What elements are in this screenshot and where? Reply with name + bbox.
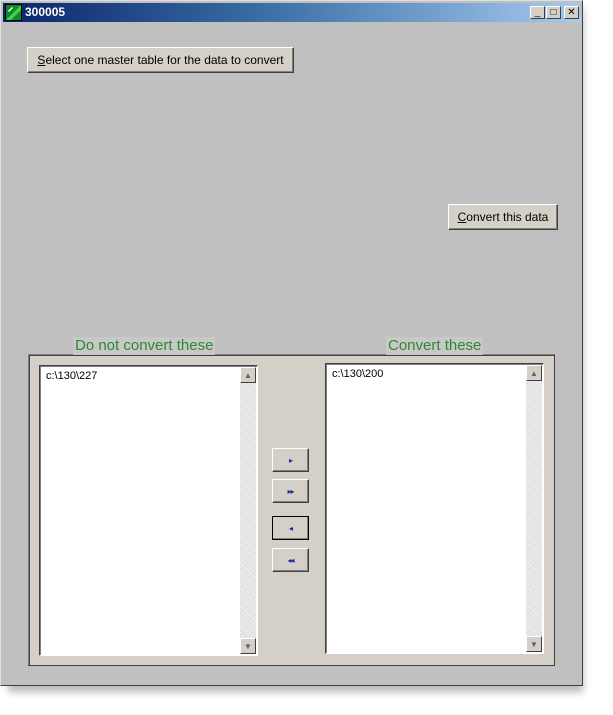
arrow-down-icon: ▼ xyxy=(530,639,538,649)
move-right-button[interactable]: ▸ xyxy=(272,448,309,472)
arrow-up-icon: ▲ xyxy=(244,370,252,380)
arrow-right-icon: ▸ xyxy=(288,455,293,465)
left-list-scrollbar[interactable]: ▲ ▼ xyxy=(240,367,256,654)
convert-listbox[interactable]: c:\130\200 ▲ ▼ xyxy=(325,363,544,654)
right-list-caption: Convert these xyxy=(386,337,484,355)
arrow-down-icon: ▼ xyxy=(244,641,252,651)
minimize-button[interactable]: _ xyxy=(530,6,545,19)
maximize-icon: □ xyxy=(550,6,557,18)
right-list-scrollbar[interactable]: ▲ ▼ xyxy=(526,365,542,652)
convert-label: onvert this data xyxy=(466,210,549,224)
list-item[interactable]: c:\130\200 xyxy=(332,368,383,380)
move-all-left-button[interactable]: ◂◂ xyxy=(272,548,309,572)
title-bar[interactable]: 300005 _ □ ✕ xyxy=(3,3,580,22)
scroll-down-button[interactable]: ▼ xyxy=(526,636,542,652)
scroll-up-button[interactable]: ▲ xyxy=(526,365,542,381)
select-master-table-button[interactable]: Select one master table for the data to … xyxy=(27,47,294,73)
select-master-label: elect one master table for the data to c… xyxy=(45,53,284,67)
move-left-button[interactable]: ◂ xyxy=(272,516,309,540)
convert-data-button[interactable]: Convert this data xyxy=(448,204,558,230)
left-list-caption: Do not convert these xyxy=(73,337,216,355)
scroll-up-button[interactable]: ▲ xyxy=(240,367,256,383)
window-title: 300005 xyxy=(25,5,66,19)
select-master-mnemonic: S xyxy=(37,53,46,67)
minimize-icon: _ xyxy=(534,6,541,18)
maximize-button[interactable]: □ xyxy=(546,6,561,19)
move-all-right-button[interactable]: ▸▸ xyxy=(272,479,309,503)
arrow-up-icon: ▲ xyxy=(530,368,538,378)
double-arrow-right-icon: ▸▸ xyxy=(287,486,294,496)
main-window: 300005 _ □ ✕ Select one master table for… xyxy=(0,0,583,686)
scroll-down-button[interactable]: ▼ xyxy=(240,638,256,654)
close-button[interactable]: ✕ xyxy=(564,6,579,19)
do-not-convert-listbox[interactable]: c:\130\227 ▲ ▼ xyxy=(39,365,258,656)
app-icon[interactable] xyxy=(5,4,22,21)
list-item[interactable]: c:\130\227 xyxy=(46,370,97,382)
arrow-left-icon: ◂ xyxy=(288,523,293,533)
double-arrow-left-icon: ◂◂ xyxy=(287,555,294,565)
convert-mnemonic: C xyxy=(457,210,467,224)
close-icon: ✕ xyxy=(567,6,576,18)
